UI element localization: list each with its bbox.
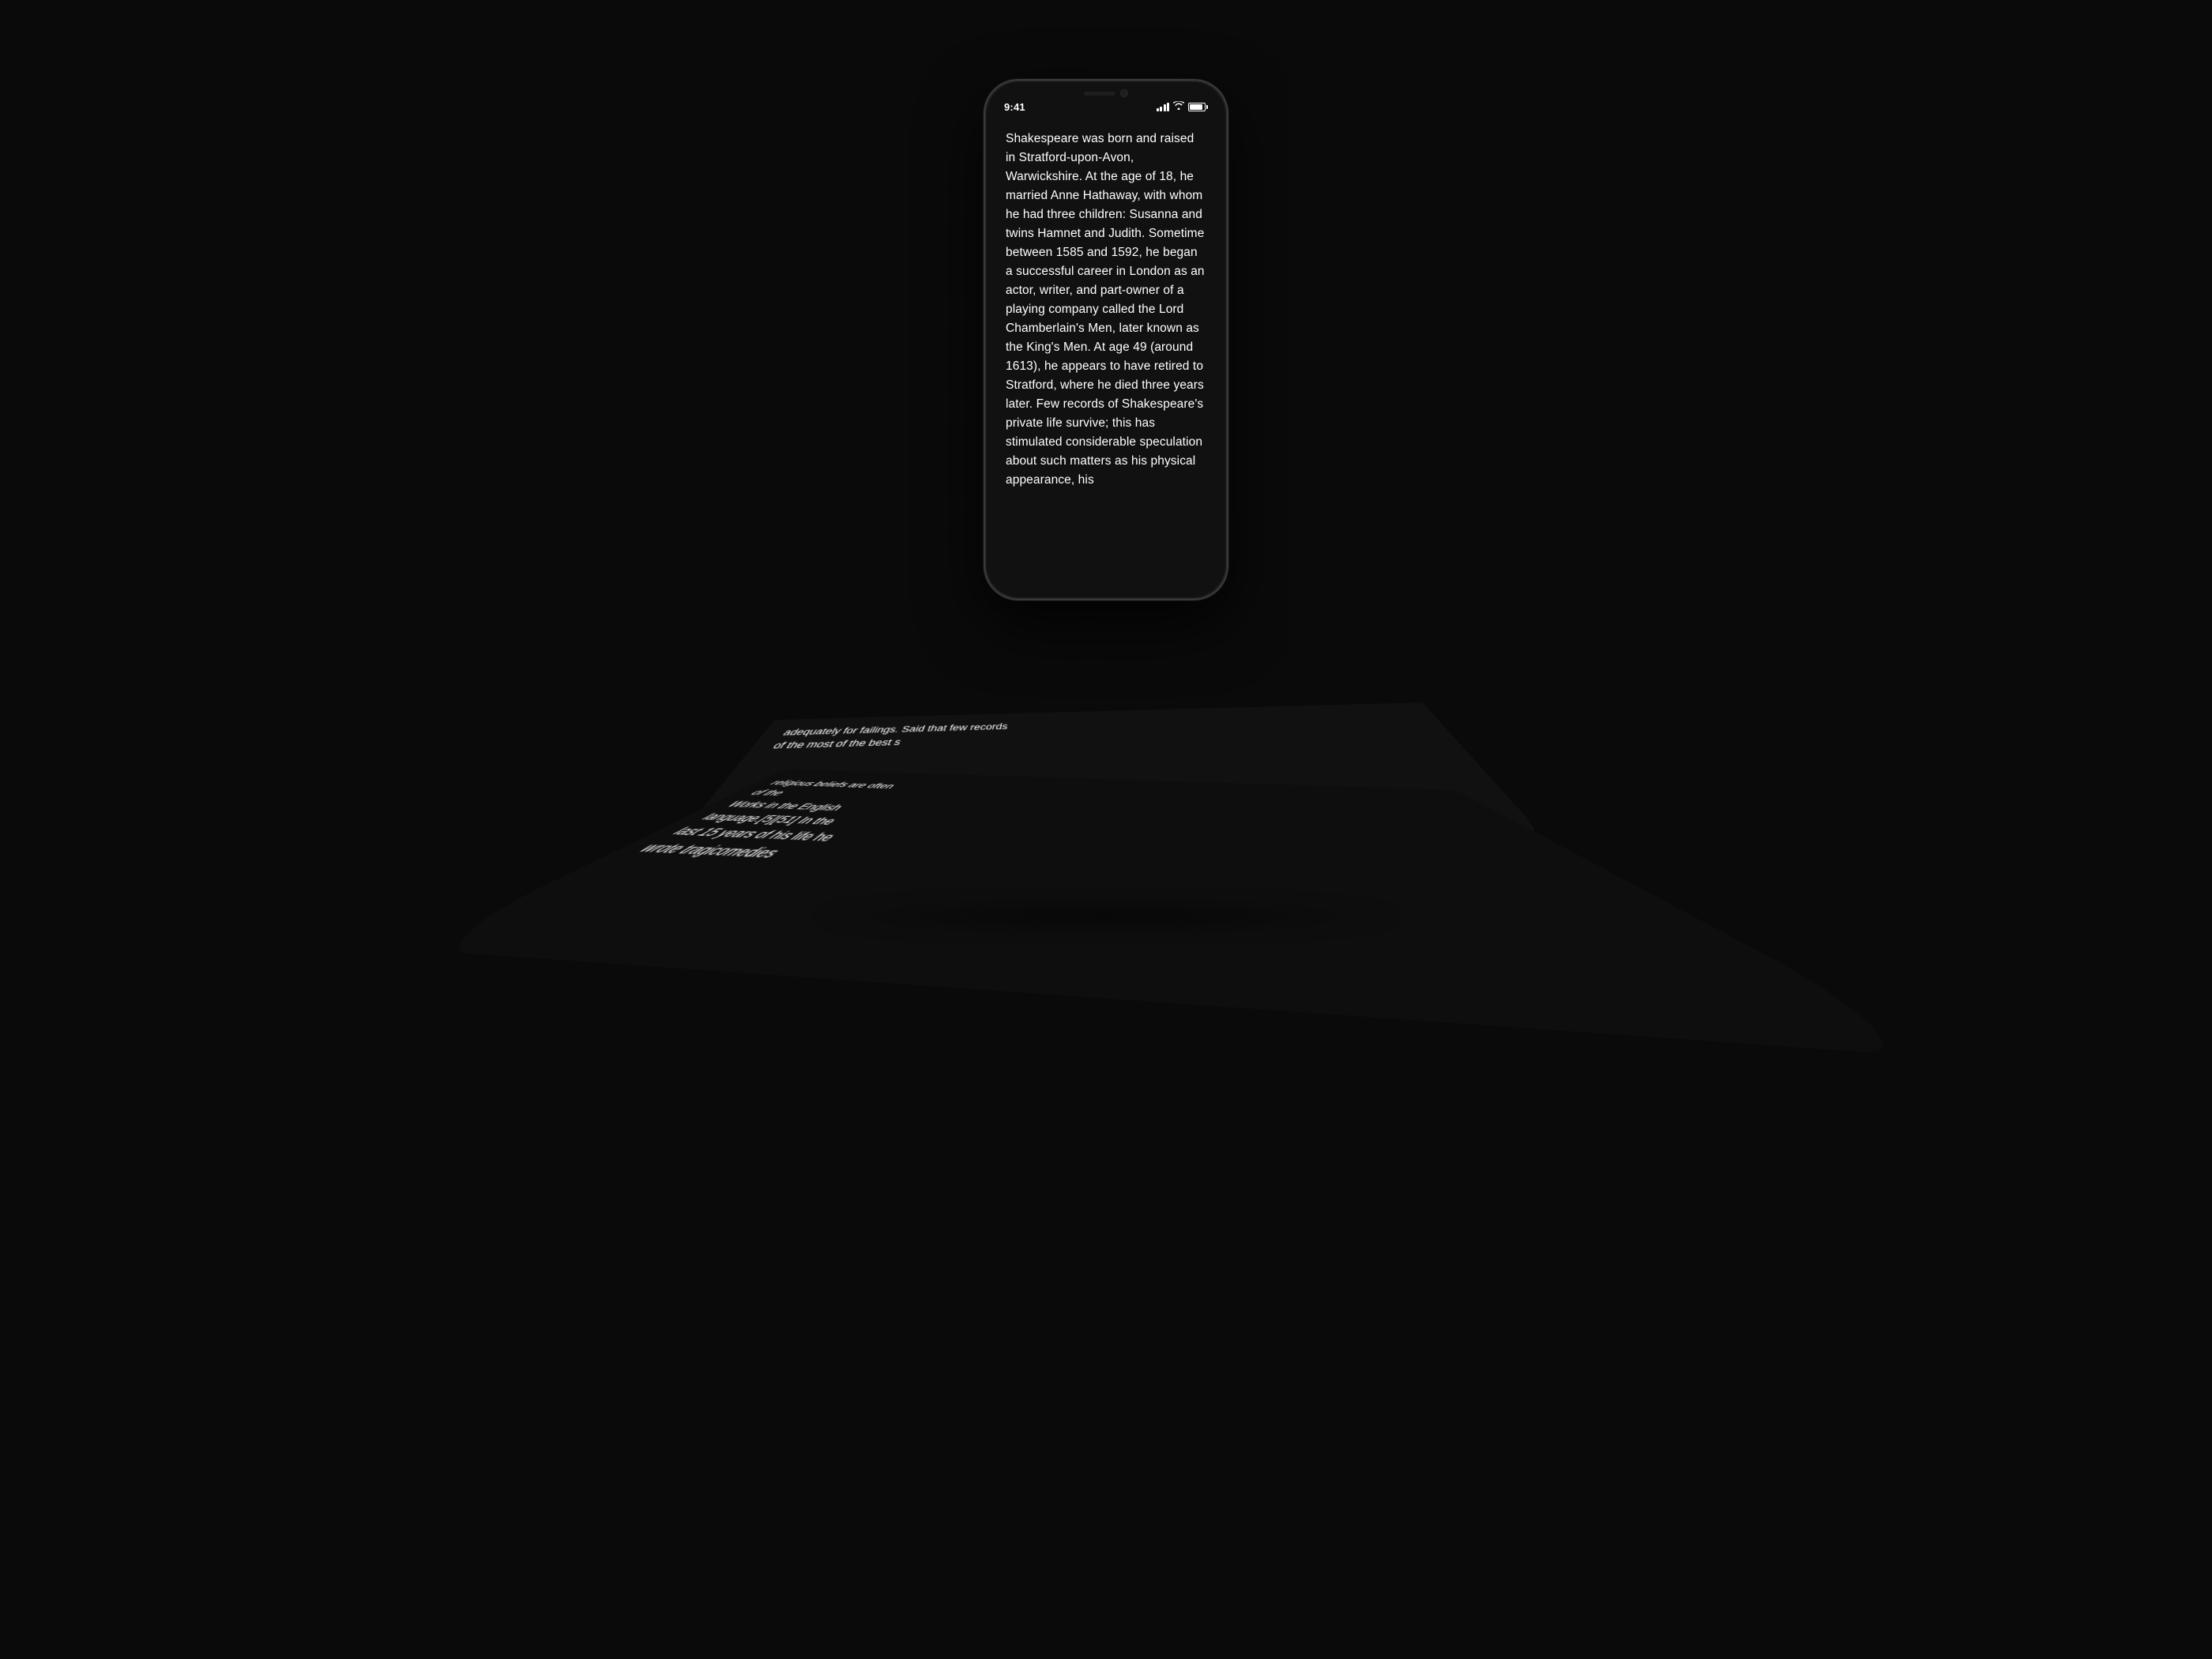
wifi-icon [1173, 101, 1184, 112]
signal-icon [1157, 103, 1170, 111]
main-paragraph: Shakespeare was born and raised in Strat… [1006, 130, 1206, 490]
status-icons [1157, 101, 1209, 112]
time-display: 9:41 [1004, 101, 1025, 113]
phone-frame: 9:41 [984, 79, 1228, 600]
phone-screen: 9:41 [987, 82, 1225, 597]
paper-shadow [806, 901, 1406, 932]
curl-text-1: adequately for failings. Said that few r… [769, 709, 1431, 753]
paper-curl-container: adequately for failings. Said that few r… [790, 600, 1422, 916]
notch [1059, 82, 1153, 104]
scene: 9:41 [790, 79, 1422, 1580]
speaker [1084, 92, 1115, 96]
battery-icon [1188, 103, 1208, 111]
camera [1120, 89, 1128, 97]
phone-content[interactable]: Shakespeare was born and raised in Strat… [987, 122, 1225, 597]
phone-inner: 9:41 [987, 82, 1225, 597]
